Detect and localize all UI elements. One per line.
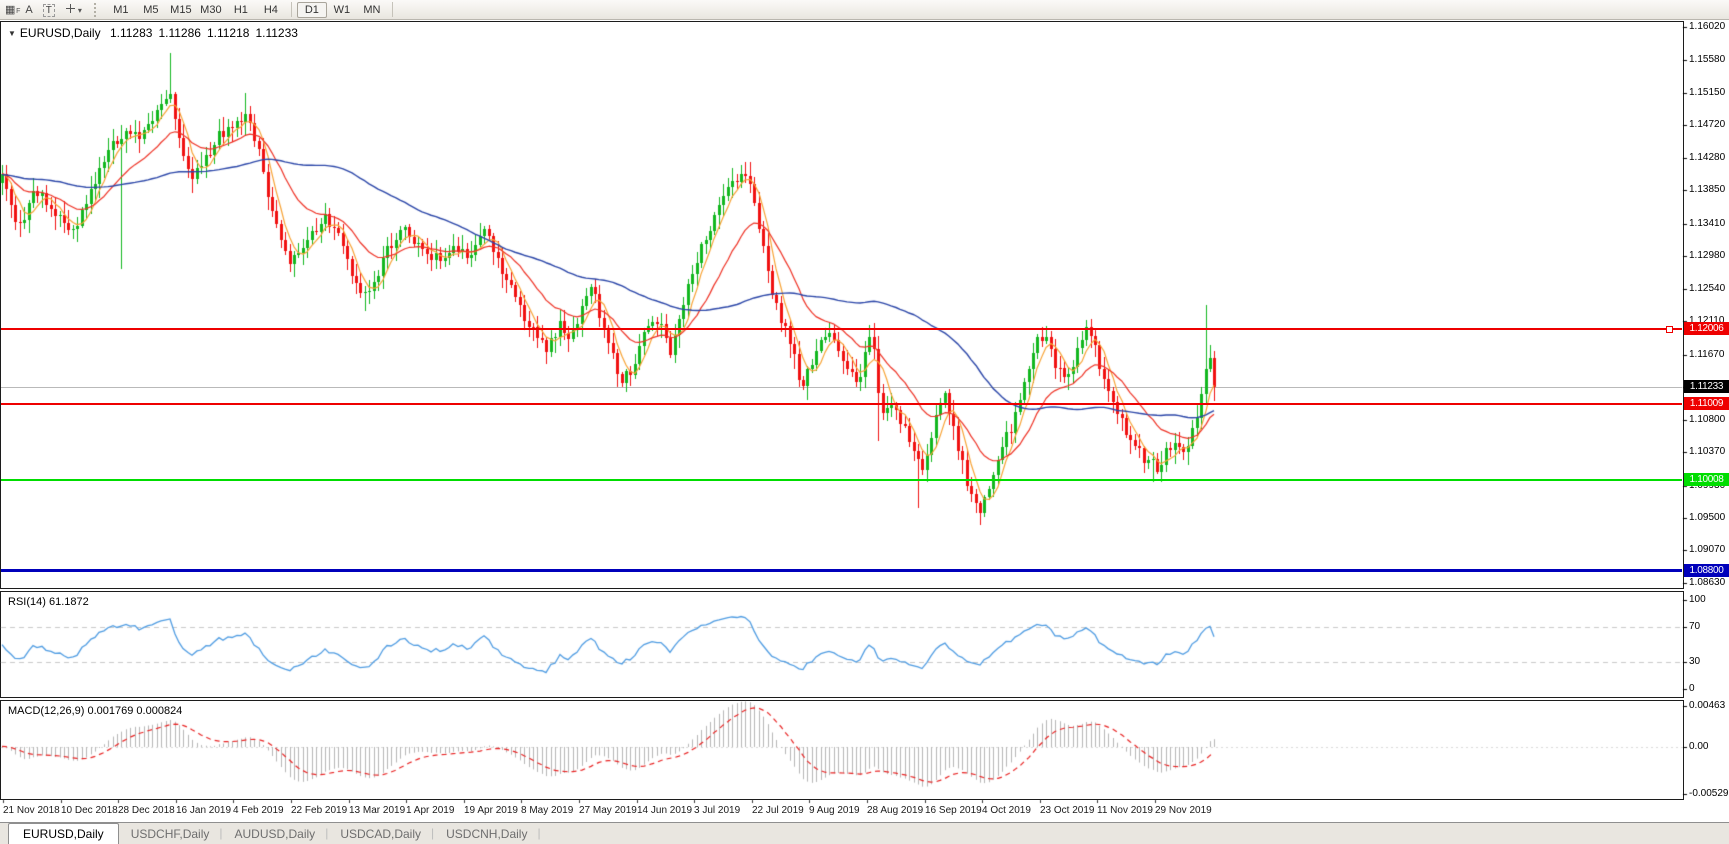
current-price-badge: 1.11233 xyxy=(1684,380,1729,393)
macd-values: 0.001769 0.000824 xyxy=(87,705,183,717)
hline-1.08800[interactable] xyxy=(1,569,1682,572)
timeframe-button-d1[interactable]: D1 xyxy=(296,1,327,18)
toolbar-separator xyxy=(391,2,393,17)
rsi-axis-label: 0 xyxy=(1689,683,1695,694)
price-axis-label: 1.11670 xyxy=(1689,348,1725,360)
price-badge-1.08800: 1.08800 xyxy=(1684,564,1729,577)
tab-usdcad-daily[interactable]: USDCAD,Daily xyxy=(328,823,431,844)
x-axis-date-label: 4 Feb 2019 xyxy=(233,805,284,816)
rsi-axis-label: 70 xyxy=(1689,620,1701,632)
quote-low: 1.11218 xyxy=(206,26,250,40)
timeframe-group: M1 M5 M15 M30 H1 H4 D1 W1 MN xyxy=(106,1,387,18)
x-axis-date-label: 28 Dec 2018 xyxy=(118,805,175,816)
symbol-tab-bar: EURUSD,Daily USDCHF,Daily | AUDUSD,Daily | US… xyxy=(0,822,1729,844)
x-axis-date-label: 3 Jul 2019 xyxy=(694,805,741,816)
hline-1.11009[interactable] xyxy=(1,403,1682,405)
text-box-glyph: T xyxy=(42,3,55,17)
timeframe-button-w1[interactable]: W1 xyxy=(327,2,357,18)
timeframe-button-m5[interactable]: M5 xyxy=(136,2,166,18)
toolbar-separator xyxy=(290,2,292,17)
timeframe-button-h1[interactable]: H1 xyxy=(226,2,256,18)
price-axis-label: 1.15580 xyxy=(1689,54,1726,66)
price-axis-label: 1.13850 xyxy=(1689,184,1726,196)
price-badge-1.12006: 1.12006 xyxy=(1684,322,1729,335)
hline-1.10008[interactable] xyxy=(1,479,1682,481)
macd-axis-label: -0.005299 xyxy=(1689,787,1729,799)
x-axis-date-label: 22 Feb 2019 xyxy=(291,805,348,816)
x-axis-date-label: 9 Aug 2019 xyxy=(809,805,860,816)
rsi-name: RSI(14) xyxy=(8,596,46,608)
x-axis-date-label: 14 Jun 2019 xyxy=(637,805,693,816)
top-toolbar: ▦ F A T ▾ M1 M5 M15 M30 H1 H4 D1 W1 MN xyxy=(0,0,1729,20)
macd-axis-label: 0.00 xyxy=(1689,741,1709,752)
price-axis-label: 1.10370 xyxy=(1689,446,1726,458)
quote-close: 1.11233 xyxy=(255,26,298,40)
chevron-down-icon: ▾ xyxy=(77,5,82,15)
tab-usdchf-daily[interactable]: USDCHF,Daily xyxy=(119,823,220,844)
macd-axis-label: 0.00463 xyxy=(1689,700,1726,712)
x-axis-date-label: 16 Jan 2019 xyxy=(176,805,232,816)
tab-usdcnh-daily[interactable]: USDCNH,Daily xyxy=(434,823,537,844)
price-badge-1.10008: 1.10008 xyxy=(1684,473,1729,486)
chart-grid-icon[interactable]: ▦ F xyxy=(0,2,20,18)
timeframe-button-mn[interactable]: MN xyxy=(357,2,387,18)
hline-1.12006[interactable] xyxy=(1,328,1682,330)
timeframe-button-m1[interactable]: M1 xyxy=(106,2,136,18)
chart-title: ▼ EURUSD,Daily 1.11283 1.11286 1.11218 1.112… xyxy=(8,26,304,40)
x-axis-date-label: 11 Nov 2019 xyxy=(1097,805,1153,816)
symbol-label: EURUSD,Daily xyxy=(19,26,101,40)
crosshair-icon xyxy=(65,3,75,13)
x-axis-date-label: 8 May 2019 xyxy=(521,805,574,816)
timeframe-button-h4[interactable]: H4 xyxy=(256,2,286,18)
collapse-triangle-icon[interactable]: ▼ xyxy=(8,29,16,38)
toolbar-grip[interactable] xyxy=(93,2,99,17)
rsi-axis-label: 30 xyxy=(1689,656,1701,668)
x-axis-date-label: 13 Mar 2019 xyxy=(349,805,406,816)
price-axis-label: 1.15150 xyxy=(1689,86,1726,98)
x-axis-date-label: 22 Jul 2019 xyxy=(752,805,804,816)
price-axis-label: 1.12540 xyxy=(1689,283,1726,295)
price-axis-label: 1.09070 xyxy=(1689,544,1726,556)
quote-high: 1.11286 xyxy=(158,26,201,40)
x-axis-date-label: 19 Apr 2019 xyxy=(464,805,518,816)
tab-divider: | xyxy=(537,826,541,840)
x-axis-date-label: 21 Nov 2018 xyxy=(3,805,60,816)
price-axis-label: 1.08630 xyxy=(1689,577,1726,589)
timeframe-button-m15[interactable]: M15 xyxy=(166,2,196,18)
price-axis-label: 1.14280 xyxy=(1689,152,1726,164)
rsi-axis-label: 100 xyxy=(1689,594,1706,605)
x-axis-date-label: 23 Oct 2019 xyxy=(1040,805,1095,816)
macd-title: MACD(12,26,9) 0.001769 0.000824 xyxy=(8,705,182,717)
tab-eurusd-daily[interactable]: EURUSD,Daily xyxy=(8,823,119,844)
price-axis-label: 1.09500 xyxy=(1689,511,1726,523)
price-axis-label: 1.14720 xyxy=(1689,118,1726,130)
x-axis-date-label: 16 Sep 2019 xyxy=(925,805,982,816)
price-axis-label: 1.12980 xyxy=(1689,249,1726,261)
price-axis-label: 1.16020 xyxy=(1689,21,1726,32)
rsi-title: RSI(14) 61.1872 xyxy=(8,596,89,608)
text-box-icon[interactable]: T xyxy=(38,2,60,18)
hline-handle[interactable] xyxy=(1666,326,1673,333)
rsi-value: 61.1872 xyxy=(48,596,89,608)
quote-open: 1.11283 xyxy=(109,26,153,40)
annotation-a-icon[interactable]: A xyxy=(20,2,37,18)
timeframe-button-m30[interactable]: M30 xyxy=(196,2,226,18)
macd-name: MACD(12,26,9) xyxy=(8,705,85,717)
x-axis-date-label: 29 Nov 2019 xyxy=(1155,805,1212,816)
price-badge-1.11009: 1.11009 xyxy=(1684,397,1729,410)
price-axis-label: 1.13410 xyxy=(1689,217,1726,229)
grid-glyph: ▦ xyxy=(5,3,16,16)
x-axis-date-label: 28 Aug 2019 xyxy=(867,805,924,816)
tab-audusd-daily[interactable]: AUDUSD,Daily xyxy=(223,823,326,844)
x-axis-date-label: 1 Apr 2019 xyxy=(406,805,455,816)
x-axis-date-label: 4 Oct 2019 xyxy=(982,805,1031,816)
chart-canvas[interactable] xyxy=(0,0,1729,844)
x-axis-date-label: 10 Dec 2018 xyxy=(61,805,118,816)
crosshair-tool-button[interactable]: ▾ xyxy=(60,2,87,18)
x-axis-date-label: 27 May 2019 xyxy=(579,805,637,816)
price-axis-label: 1.10800 xyxy=(1689,414,1726,426)
